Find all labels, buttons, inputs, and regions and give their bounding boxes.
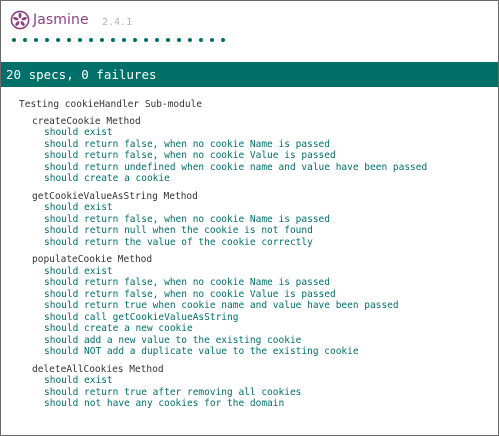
version-label: 2.4.1 — [102, 17, 133, 28]
spec-pass-dot[interactable] — [166, 38, 170, 42]
spec-pass-dot[interactable] — [221, 38, 225, 42]
spec-pass-dot[interactable] — [210, 38, 214, 42]
sub-suite: deleteAllCookies Method should exist sho… — [19, 364, 498, 410]
spec-pass-dot[interactable] — [188, 38, 192, 42]
spec-link[interactable]: should return true when cookie name and … — [44, 300, 498, 312]
spec-link[interactable]: should return false, when no cookie Name… — [44, 214, 498, 226]
sub-suite: getCookieValueAsString Method should exi… — [19, 191, 498, 249]
spec-link[interactable]: should return false, when no cookie Valu… — [44, 289, 498, 301]
sub-suite: createCookie Method should exist should … — [19, 116, 498, 185]
spec-link[interactable]: should return null when the cookie is no… — [44, 225, 498, 237]
spec-link[interactable]: should return the value of the cookie co… — [44, 237, 498, 249]
spec-pass-dot[interactable] — [111, 38, 115, 42]
spec-link[interactable]: should NOT add a duplicate value to the … — [44, 346, 498, 358]
spec-link[interactable]: should call getCookieValueAsString — [44, 312, 498, 324]
banner: Jasmine 2.4.1 — [1, 1, 498, 59]
top-suite: Testing cookieHandler Sub-module createC… — [1, 96, 498, 410]
suite-title-link[interactable]: populateCookie Method — [32, 254, 498, 266]
spec-pass-dot[interactable] — [23, 38, 27, 42]
spec-link[interactable]: should return undefined when cookie name… — [44, 162, 498, 174]
spec-link[interactable]: should exist — [44, 375, 498, 387]
suite-title-link[interactable]: getCookieValueAsString Method — [32, 191, 498, 203]
spec-link[interactable]: should return false, when no cookie Name… — [44, 277, 498, 289]
spec-pass-dot[interactable] — [45, 38, 49, 42]
spec-pass-dot[interactable] — [12, 38, 16, 42]
spec-pass-dot[interactable] — [67, 38, 71, 42]
spec-pass-dot[interactable] — [89, 38, 93, 42]
spec-status-dots — [12, 38, 225, 42]
spec-pass-dot[interactable] — [100, 38, 104, 42]
spec-link[interactable]: should exist — [44, 266, 498, 278]
spec-pass-dot[interactable] — [177, 38, 181, 42]
spec-link[interactable]: should create a cookie — [44, 173, 498, 185]
summary-text: 20 specs, 0 failures — [6, 67, 157, 82]
spec-link[interactable]: should return false, when no cookie Valu… — [44, 150, 498, 162]
jasmine-logo[interactable]: Jasmine — [10, 10, 89, 30]
spec-pass-dot[interactable] — [144, 38, 148, 42]
spec-pass-dot[interactable] — [34, 38, 38, 42]
app-name: Jasmine — [33, 12, 89, 28]
spec-link[interactable]: should return true after removing all co… — [44, 387, 498, 399]
sub-suite: populateCookie Method should exist shoul… — [19, 254, 498, 358]
jasmine-flower-icon — [10, 10, 30, 30]
summary-bar: 20 specs, 0 failures — [1, 62, 498, 87]
spec-link[interactable]: should create a new cookie — [44, 323, 498, 335]
spec-link[interactable]: should exist — [44, 127, 498, 139]
spec-link[interactable]: should return false, when no cookie Name… — [44, 139, 498, 151]
spec-pass-dot[interactable] — [199, 38, 203, 42]
spec-pass-dot[interactable] — [122, 38, 126, 42]
spec-link[interactable]: should not have any cookies for the doma… — [44, 398, 498, 410]
jasmine-reporter-window: Jasmine 2.4.1 20 specs, 0 failures Testi… — [0, 0, 499, 436]
spec-pass-dot[interactable] — [155, 38, 159, 42]
spec-link[interactable]: should exist — [44, 202, 498, 214]
results: Testing cookieHandler Sub-module createC… — [1, 96, 498, 416]
suite-title-link[interactable]: deleteAllCookies Method — [32, 364, 498, 376]
spec-pass-dot[interactable] — [56, 38, 60, 42]
suite-title-link[interactable]: createCookie Method — [32, 116, 498, 128]
spec-pass-dot[interactable] — [133, 38, 137, 42]
suite-title-link[interactable]: Testing cookieHandler Sub-module — [19, 99, 498, 111]
spec-pass-dot[interactable] — [78, 38, 82, 42]
spec-link[interactable]: should add a new value to the existing c… — [44, 335, 498, 347]
